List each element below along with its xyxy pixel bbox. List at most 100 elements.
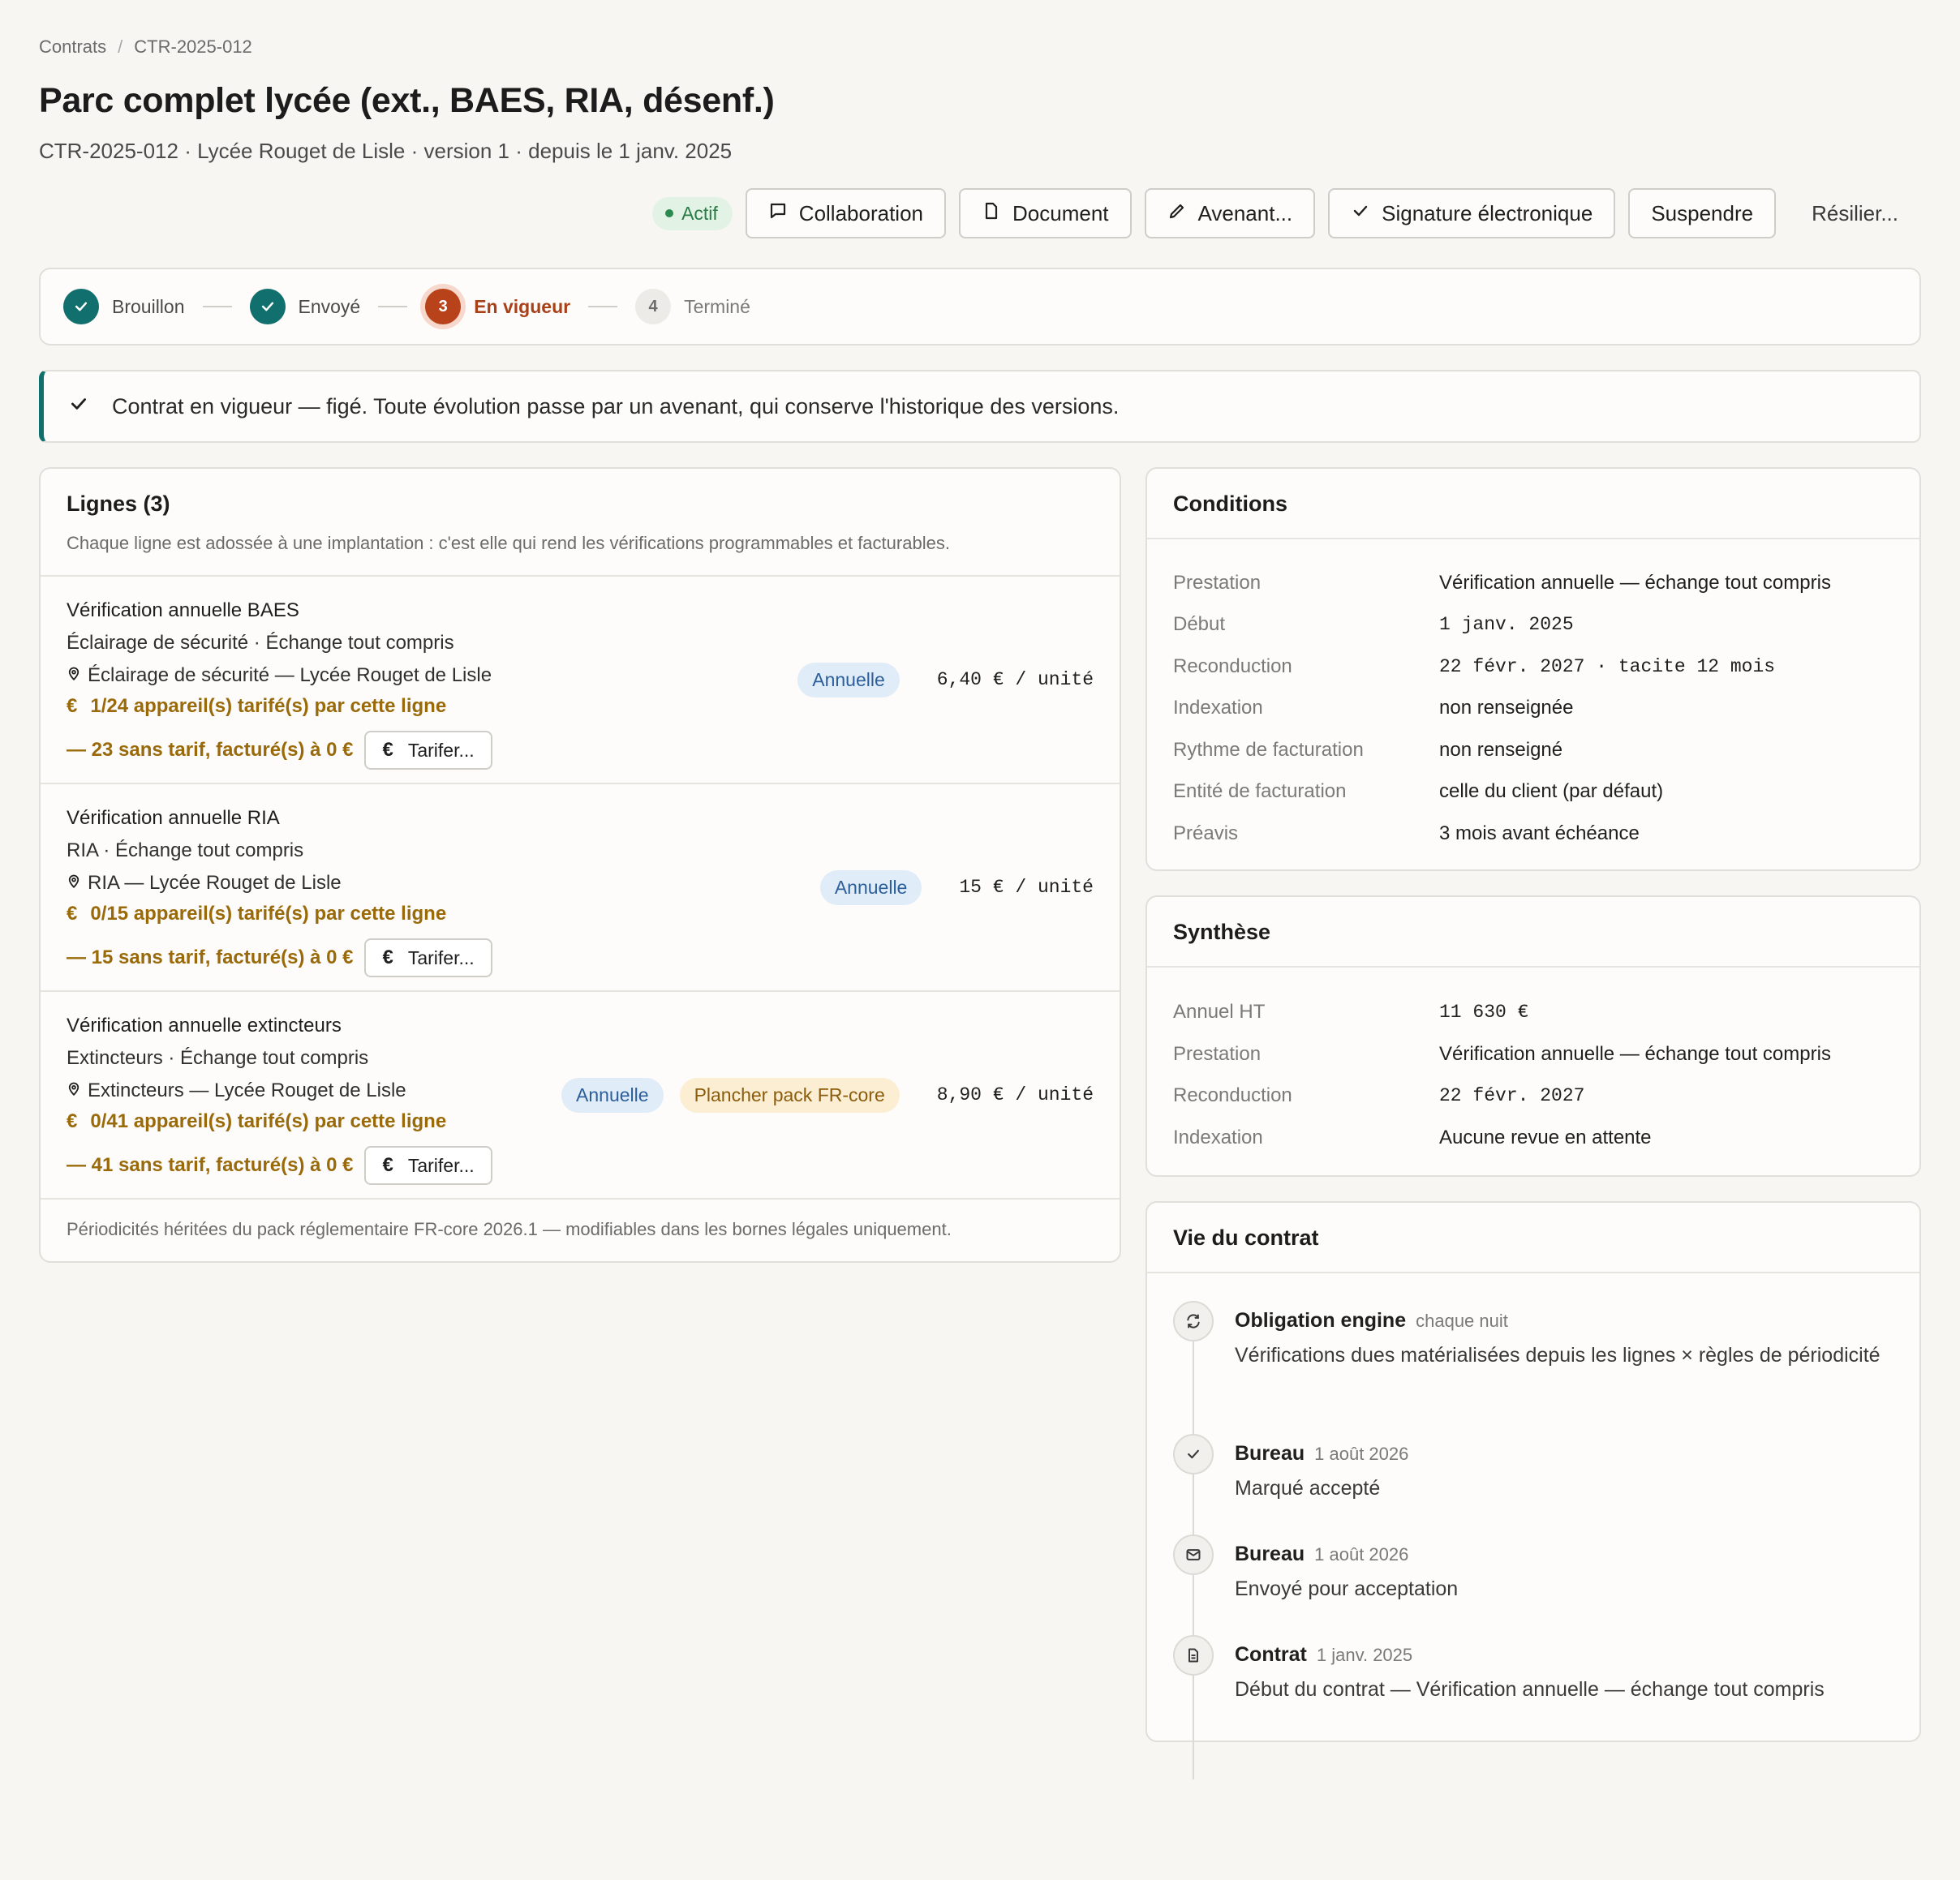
main-columns: Lignes (3) Chaque ligne est adossée à un… [39,467,1921,1779]
condition-key: Entité de facturation [1173,780,1347,803]
price-line-button[interactable]: € Tarifer... [364,731,492,770]
condition-value: 22 févr. 2027 · tacite 12 mois [1439,655,1776,677]
document-button-label: Document [1012,200,1109,225]
summary-key: Annuel HT [1173,1001,1266,1024]
collaboration-button[interactable]: Collaboration [745,188,947,238]
lifecycle-card-title: Vie du contrat [1173,1225,1319,1250]
line-location-label: RIA — Lycée Rouget de Lisle [88,872,342,894]
step-ended: 4 Terminé [635,289,750,324]
euro-icon: € [382,739,393,761]
avenant-button-label: Avenant... [1197,200,1293,225]
line-price: 6,40 € / unité [936,669,1094,690]
price-line-button-label: Tarifer... [407,946,475,968]
event-time: chaque nuit [1416,1310,1508,1331]
collaboration-button-label: Collaboration [798,200,924,225]
line-priced-label: 1/24 appareil(s) tarifé(s) par cette lig… [90,695,447,717]
condition-row: Prestation Vérification annuelle — échang… [1173,562,1893,604]
line-priced-label: 0/15 appareil(s) tarifé(s) par cette lig… [90,903,447,925]
timeline-event: Bureau 1 août 2026 Envoyé pour acceptatio… [1173,1534,1893,1635]
summary-key: Reconduction [1173,1084,1292,1107]
suspend-button[interactable]: Suspendre [1628,188,1777,238]
line-location-label: Extincteurs — Lycée Rouget de Lisle [88,1079,406,1101]
summary-row: Indexation Aucune revue en attente [1173,1117,1893,1159]
event-actor: Bureau [1235,1542,1305,1565]
line-price: 8,90 € / unité [936,1084,1094,1105]
price-line-button-label: Tarifer... [407,739,475,761]
condition-row: Indexation non renseignée [1173,688,1893,730]
summary-value: Vérification annuelle — échange tout com… [1439,1042,1831,1065]
mail-icon [1173,1534,1214,1575]
summary-key: Indexation [1173,1126,1263,1148]
timeline-event: Obligation engine chaque nuit Vérificatio… [1173,1300,1893,1434]
document-button[interactable]: Document [959,188,1132,238]
frequency-badge: Annuelle [797,662,900,697]
lifecycle-card-header: Vie du contrat [1147,1203,1919,1273]
event-time: 1 août 2026 [1314,1543,1409,1565]
summary-card: Synthèse Annuel HT 11 630 € Prestation Vér… [1145,895,1921,1177]
condition-value: non renseigné [1439,738,1563,761]
lifecycle-timeline: Obligation engine chaque nuit Vérificatio… [1147,1273,1919,1779]
status-badge-label: Actif [681,202,718,224]
step-connector [588,306,618,307]
event-actor: Bureau [1235,1441,1305,1465]
terminate-button[interactable]: Résilier... [1789,188,1921,238]
file-icon [982,201,1001,226]
conditions-card-title: Conditions [1173,491,1287,516]
document-icon [1173,1634,1214,1676]
location-pin-icon [67,872,81,895]
price-line-button[interactable]: € Tarifer... [364,938,492,977]
lines-card-footer: Périodicités héritées du pack réglementa… [67,1219,952,1239]
info-banner-text: Contrat en vigueur — figé. Toute évoluti… [112,393,1120,418]
step-label: Envoyé [298,295,361,317]
step-connector [378,306,408,307]
condition-value: 3 mois avant échéance [1439,822,1640,844]
line-meta: Annuelle 6,40 € / unité [797,577,1094,783]
check-icon [63,289,99,324]
summary-value: 11 630 € [1439,1002,1529,1024]
summary-list: Annuel HT 11 630 € Prestation Vérification… [1147,968,1919,1175]
breadcrumb-contracts-link[interactable]: Contrats [39,36,106,58]
right-column: Conditions Prestation Vérification annuel… [1145,467,1921,1779]
condition-row: Reconduction 22 févr. 2027 · tacite 12 mo… [1173,646,1893,688]
status-badge: Actif [652,196,733,230]
check-icon [1351,201,1370,226]
lines-card-title: Lignes (3) [67,491,170,516]
check-icon [1173,1433,1214,1474]
pencil-icon [1167,201,1187,226]
timeline-event: Contrat 1 janv. 2025 Début du contrat — V… [1173,1634,1893,1708]
event-actor: Obligation engine [1235,1308,1407,1332]
line-priced-label: 0/41 appareil(s) tarifé(s) par cette lig… [90,1110,447,1132]
price-line-button-label: Tarifer... [407,1154,475,1176]
condition-value: Vérification annuelle — échange tout com… [1439,571,1831,594]
step-in-force: 3 En vigueur [425,289,570,324]
timeline-event: Bureau 1 août 2026 Marqué accepté [1173,1433,1893,1534]
condition-value: non renseignée [1439,697,1574,719]
step-connector [202,306,232,307]
event-description: Marqué accepté [1235,1476,1381,1500]
check-icon [68,393,89,420]
line-price: 15 € / unité [959,877,1094,898]
event-description: Début du contrat — Vérification annuelle… [1235,1677,1825,1701]
euro-icon: € [67,1110,78,1132]
step-label: Brouillon [112,295,185,317]
summary-key: Prestation [1173,1042,1262,1065]
action-bar: Actif Collaboration Document Avenant... … [39,188,1921,238]
avenant-button[interactable]: Avenant... [1144,188,1316,238]
location-pin-icon [67,1079,81,1102]
event-description: Envoyé pour acceptation [1235,1577,1459,1600]
location-pin-icon [67,664,81,687]
contract-line-row: Vérification annuelle extincteurs Extinc… [41,992,1120,1200]
lines-card: Lignes (3) Chaque ligne est adossée à un… [39,467,1121,1263]
check-icon [249,289,286,324]
price-line-button[interactable]: € Tarifer... [364,1146,492,1185]
condition-key: Indexation [1173,697,1263,719]
e-signature-button[interactable]: Signature électronique [1328,188,1616,238]
breadcrumb: Contrats / CTR-2025-012 [39,32,1921,62]
pack-floor-badge: Plancher pack FR-core [679,1077,900,1113]
step-number: 3 [425,289,462,324]
line-meta: Annuelle 15 € / unité [819,784,1094,990]
condition-row: Entité de facturation celle du client (pa… [1173,771,1893,813]
contract-line-row: Vérification annuelle RIA RIA · Échange … [41,784,1120,992]
summary-card-header: Synthèse [1147,897,1919,968]
summary-row: Annuel HT 11 630 € [1173,992,1893,1034]
